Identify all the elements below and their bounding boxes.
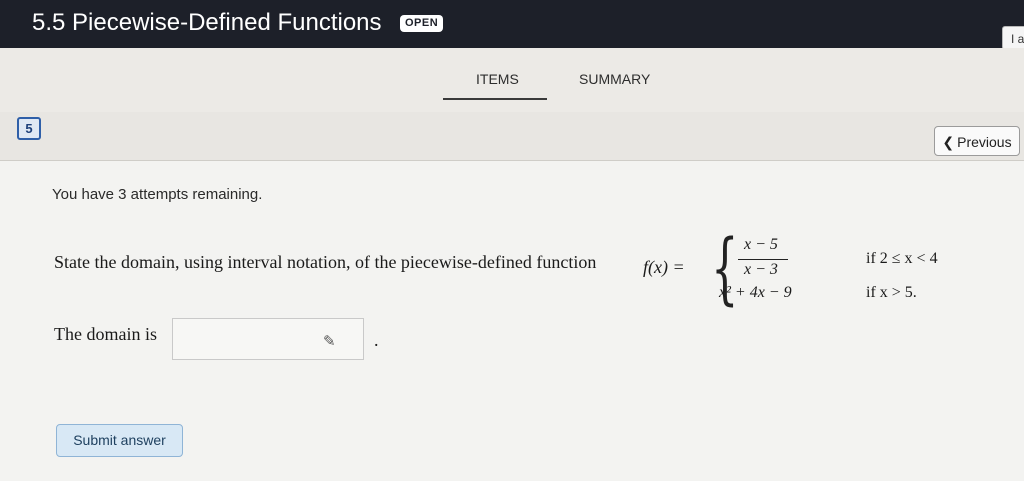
question-nav-bar <box>0 112 1024 161</box>
fraction-bar <box>738 259 788 260</box>
page-title: 5.5 Piecewise-Defined Functions <box>32 9 382 36</box>
chevron-left-icon: ❮ <box>942 134 955 150</box>
submit-answer-button[interactable]: Submit answer <box>56 424 183 457</box>
piece1-condition: if 2 ≤ x < 4 <box>866 250 938 267</box>
previous-label: Previous <box>957 134 1012 150</box>
pencil-icon[interactable]: ✎ <box>323 332 336 350</box>
tab-items[interactable]: ITEMS <box>476 71 519 87</box>
tab-summary[interactable]: SUMMARY <box>579 71 650 87</box>
previous-button[interactable]: ❮ Previous <box>934 126 1020 156</box>
status-badge: OPEN <box>400 15 444 32</box>
question-number-badge[interactable]: 5 <box>17 117 41 140</box>
function-lhs: f(x) = <box>643 257 685 277</box>
piece1-numerator: x − 5 <box>744 236 778 253</box>
question-prompt: State the domain, using interval notatio… <box>54 252 597 272</box>
answer-suffix: . <box>374 330 379 350</box>
answer-input[interactable]: ✎ <box>172 318 364 360</box>
corner-button[interactable]: I a <box>1002 26 1024 50</box>
piece2-condition: if x > 5. <box>866 284 917 301</box>
piece2-expression: x² + 4x − 9 <box>719 284 792 301</box>
answer-label: The domain is <box>54 324 157 344</box>
attempts-remaining: You have 3 attempts remaining. <box>52 186 263 203</box>
piece1-denominator: x − 3 <box>744 261 778 278</box>
active-tab-indicator <box>443 98 547 100</box>
